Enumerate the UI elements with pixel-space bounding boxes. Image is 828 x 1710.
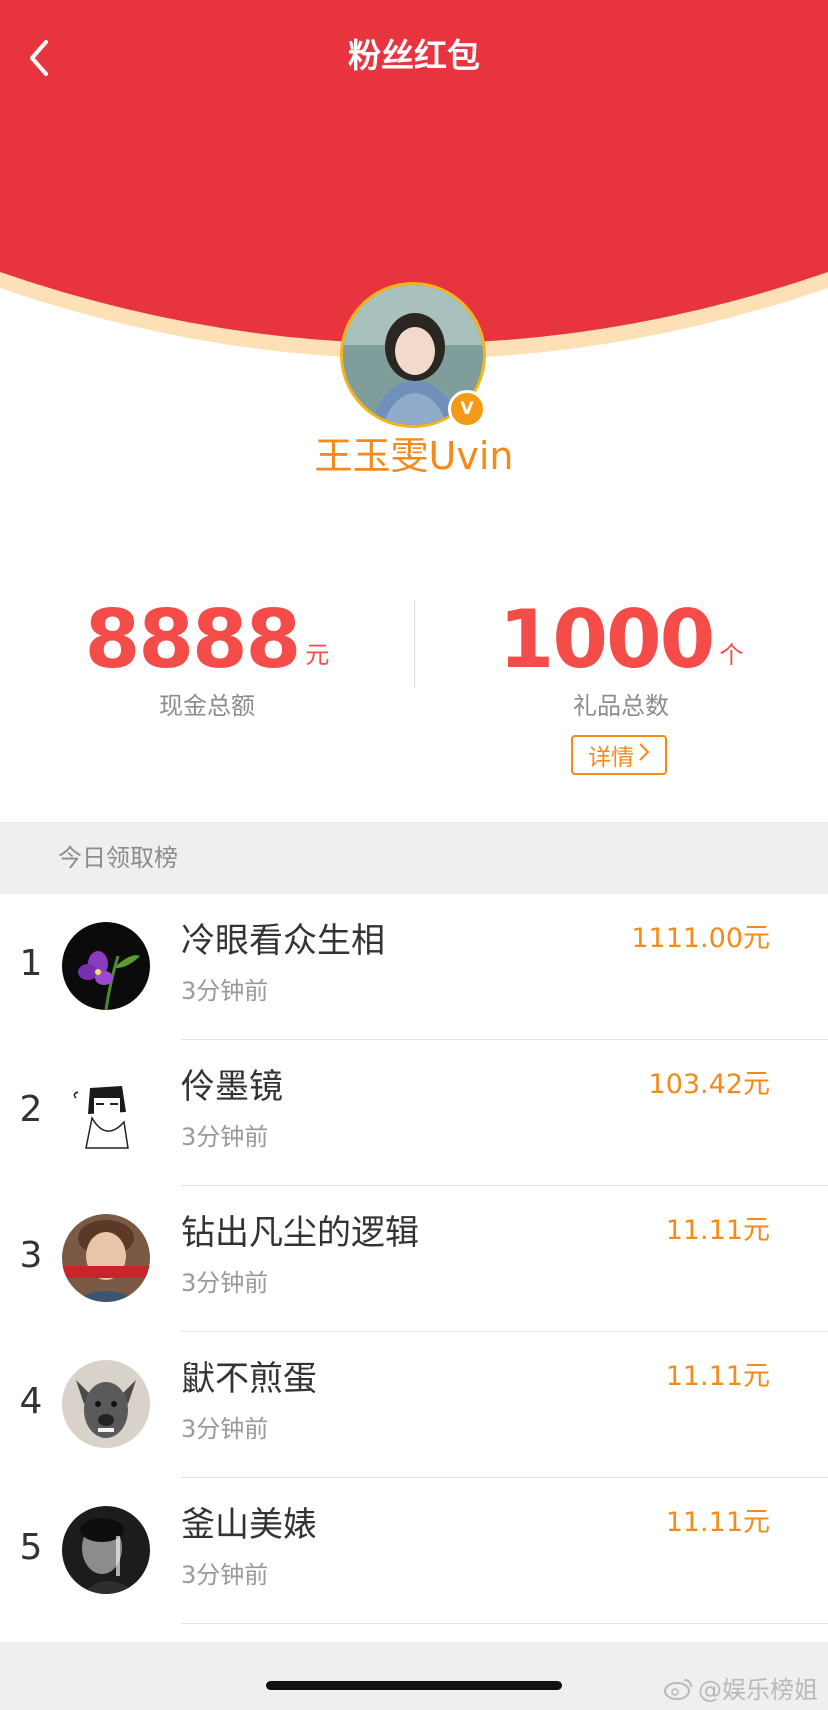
creator-avatar[interactable]: V [340, 282, 486, 428]
rank-number: 4 [19, 1381, 43, 1422]
rank-number: 5 [19, 1527, 43, 1568]
chevron-right-icon [638, 742, 650, 768]
gift-total-unit: 个 [719, 641, 744, 669]
list-item[interactable]: 3 钻出凡尘的逻辑 3分钟前 11.11元 [0, 1186, 828, 1332]
dog-photo-avatar[interactable] [62, 1360, 150, 1448]
claim-amount: 103.42元 [648, 1069, 770, 1100]
row-divider [181, 1623, 828, 1624]
user-name: 釜山美婊 [181, 1505, 317, 1545]
weibo-logo-icon [664, 1678, 692, 1700]
user-name: 鼣不煎蛋 [181, 1359, 317, 1399]
cash-total-stat: 8888 元 现金总额 [0, 590, 414, 721]
user-name: 伶墨镜 [181, 1067, 283, 1107]
cash-total-label: 现金总额 [159, 692, 255, 720]
rank-number: 3 [19, 1235, 43, 1276]
user-name: 冷眼看众生相 [181, 921, 385, 961]
leaderboard-header: 今日领取榜 [0, 822, 828, 894]
rank-number: 1 [19, 943, 43, 984]
claim-amount: 11.11元 [665, 1361, 770, 1392]
gift-total-value: 1000 [498, 593, 716, 686]
cash-total-unit: 元 [305, 641, 330, 669]
home-indicator[interactable] [266, 1681, 562, 1690]
cartoon-sketch-avatar[interactable] [62, 1068, 150, 1156]
gift-total-stat: 1000 个 礼品总数 [414, 590, 828, 721]
page-title: 粉丝红包 [348, 36, 480, 75]
list-item[interactable]: 4 鼣不煎蛋 3分钟前 11.11元 [0, 1332, 828, 1478]
claim-amount: 11.11元 [665, 1507, 770, 1538]
list-item[interactable]: 2 伶墨镜 3分钟前 103.42元 [0, 1040, 828, 1186]
claim-time: 3分钟前 [181, 977, 269, 1005]
verified-badge-icon: V [448, 390, 486, 428]
list-item[interactable]: 5 釜山美婊 3分钟前 11.11元 [0, 1478, 828, 1624]
details-button[interactable]: 详情 [571, 735, 667, 775]
gift-total-label: 礼品总数 [573, 692, 669, 720]
bw-portrait-avatar[interactable] [62, 1506, 150, 1594]
watermark-text: @娱乐榜姐 [698, 1676, 818, 1704]
details-button-label: 详情 [588, 745, 634, 771]
purple-flower-avatar[interactable] [62, 922, 150, 1010]
claim-amount: 11.11元 [665, 1215, 770, 1246]
claim-time: 3分钟前 [181, 1123, 269, 1151]
leaderboard-list: 1 冷眼看众生相 3分钟前 1111.00元 2 伶墨镜 3分钟前 103.42… [0, 894, 828, 1624]
leaderboard-title: 今日领取榜 [58, 844, 178, 872]
person-photo-avatar[interactable] [62, 1214, 150, 1302]
rank-number: 2 [19, 1089, 43, 1130]
creator-name: 王玉雯Uvin [314, 434, 514, 478]
user-name: 钻出凡尘的逻辑 [181, 1213, 419, 1253]
list-item[interactable]: 1 冷眼看众生相 3分钟前 1111.00元 [0, 894, 828, 1040]
claim-time: 3分钟前 [181, 1269, 269, 1297]
cash-total-value: 8888 [84, 593, 302, 686]
watermark: @娱乐榜姐 [664, 1670, 818, 1705]
claim-time: 3分钟前 [181, 1561, 269, 1589]
claim-time: 3分钟前 [181, 1415, 269, 1443]
claim-amount: 1111.00元 [631, 923, 770, 954]
